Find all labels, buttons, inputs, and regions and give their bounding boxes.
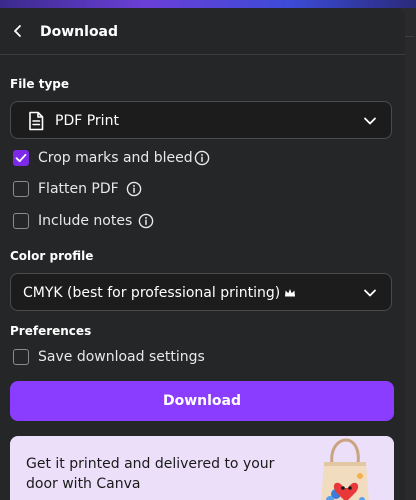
option-crop-marks[interactable]: Crop marks and bleed xyxy=(13,149,313,169)
option-save-settings[interactable]: Save download settings xyxy=(13,348,313,368)
panel-title: Download xyxy=(40,24,119,40)
file-type-select[interactable]: PDF Print xyxy=(10,101,392,139)
crown-icon xyxy=(285,289,295,297)
option-flatten-pdf[interactable]: Flatten PDF xyxy=(13,180,313,200)
option-include-notes[interactable]: Include notes xyxy=(13,212,313,232)
checkmark-icon xyxy=(15,153,27,163)
info-icon[interactable] xyxy=(194,150,210,166)
editor-top-bar xyxy=(0,0,416,8)
crop-marks-label: Crop marks and bleed xyxy=(38,150,193,166)
file-type-value: PDF Print xyxy=(55,113,119,129)
document-icon xyxy=(29,111,44,131)
include-notes-label: Include notes xyxy=(38,213,133,229)
preferences-label: Preferences xyxy=(10,324,92,338)
color-profile-value: CMYK (best for professional printing) xyxy=(23,285,281,301)
info-icon[interactable] xyxy=(126,181,142,197)
tote-bag-illustration xyxy=(321,438,369,500)
back-button[interactable] xyxy=(8,20,28,42)
print-promo-card[interactable]: Get it printed and delivered to your doo… xyxy=(10,436,394,500)
save-settings-checkbox[interactable] xyxy=(13,349,29,365)
flatten-pdf-checkbox[interactable] xyxy=(13,181,29,197)
include-notes-checkbox[interactable] xyxy=(13,213,29,229)
color-profile-label: Color profile xyxy=(10,249,94,263)
panel-header: Download xyxy=(0,8,405,55)
info-icon[interactable] xyxy=(138,213,154,229)
chevron-down-icon xyxy=(364,289,376,297)
chevron-down-icon xyxy=(364,117,376,125)
promo-text: Get it printed and delivered to your doo… xyxy=(26,456,275,492)
flatten-pdf-label: Flatten PDF xyxy=(38,181,119,197)
file-type-label: File type xyxy=(10,77,70,91)
download-panel: Download File type PDF Print Crop marks … xyxy=(0,8,405,500)
color-profile-select[interactable]: CMYK (best for professional printing) xyxy=(10,273,392,311)
download-button[interactable]: Download xyxy=(10,381,394,421)
save-settings-label: Save download settings xyxy=(38,349,205,365)
chevron-left-icon xyxy=(14,25,21,37)
crop-marks-checkbox[interactable] xyxy=(13,150,29,166)
